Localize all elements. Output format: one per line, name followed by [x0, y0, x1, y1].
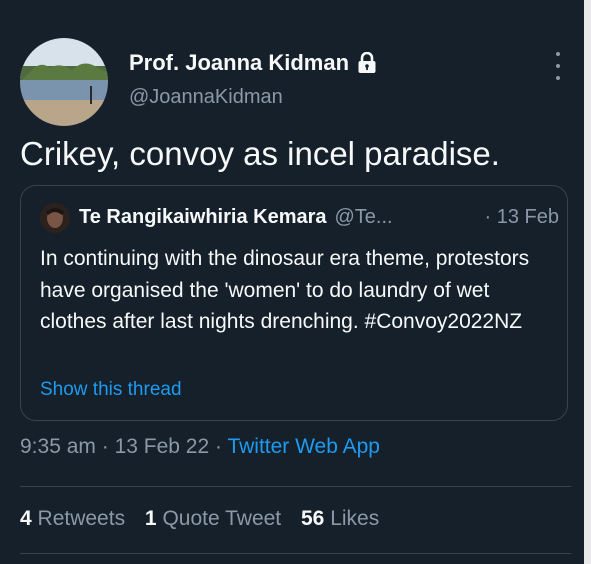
- show-thread-link[interactable]: Show this thread: [40, 379, 182, 401]
- quoted-author-name: Te Rangikaiwhiria Kemara: [79, 206, 327, 228]
- quoted-tweet[interactable]: Te Rangikaiwhiria Kemara @Te... · 13 Feb…: [20, 185, 568, 421]
- divider-bottom: [20, 553, 571, 554]
- quote-tweets-stat[interactable]: 1 Quote Tweet: [145, 507, 281, 530]
- quote-tweets-count: 1: [144, 507, 157, 530]
- likes-label: Likes: [330, 507, 380, 530]
- quoted-date: · 13 Feb: [484, 206, 559, 228]
- quoted-author-avatar: [40, 203, 70, 233]
- tweet-time[interactable]: 9:35 am: [20, 435, 96, 458]
- quoted-text: In continuing with the dinosaur era them…: [40, 247, 530, 333]
- likes-count: 56: [301, 507, 325, 530]
- scrollbar[interactable]: [584, 0, 591, 564]
- tweet-date[interactable]: 13 Feb 22: [115, 435, 210, 458]
- tweet-meta: 9:35 am · 13 Feb 22 · Twitter Web App: [20, 435, 380, 459]
- more-options-icon[interactable]: [548, 52, 568, 80]
- tweet: Prof. Joanna Kidman @JoannaKidman Crikey…: [0, 0, 591, 564]
- author-name[interactable]: Prof. Joanna Kidman: [129, 50, 349, 76]
- author-avatar[interactable]: [20, 38, 108, 126]
- retweets-stat[interactable]: 4 Retweets: [20, 507, 125, 530]
- source-app-link[interactable]: Twitter Web App: [227, 435, 380, 458]
- tweet-stats: 4 Retweets 1 Quote Tweet 56 Likes: [20, 507, 393, 531]
- likes-stat[interactable]: 56 Likes: [301, 507, 379, 530]
- lock-icon: [357, 51, 377, 74]
- quoted-header: Te Rangikaiwhiria Kemara @Te... · 13 Feb: [79, 206, 559, 229]
- tweet-text: Crikey, convoy as incel paradise.: [20, 135, 500, 172]
- author-handle[interactable]: @JoannaKidman: [129, 86, 283, 109]
- divider: [20, 486, 571, 487]
- meta-separator: ·: [95, 435, 115, 458]
- author-name-row[interactable]: Prof. Joanna Kidman: [129, 50, 377, 76]
- meta-separator-2: ·: [209, 435, 228, 458]
- quoted-author-handle: @Te...: [334, 206, 393, 228]
- retweets-label: Retweets: [37, 507, 126, 530]
- retweets-count: 4: [20, 507, 32, 530]
- quote-tweets-label: Quote Tweet: [162, 507, 282, 530]
